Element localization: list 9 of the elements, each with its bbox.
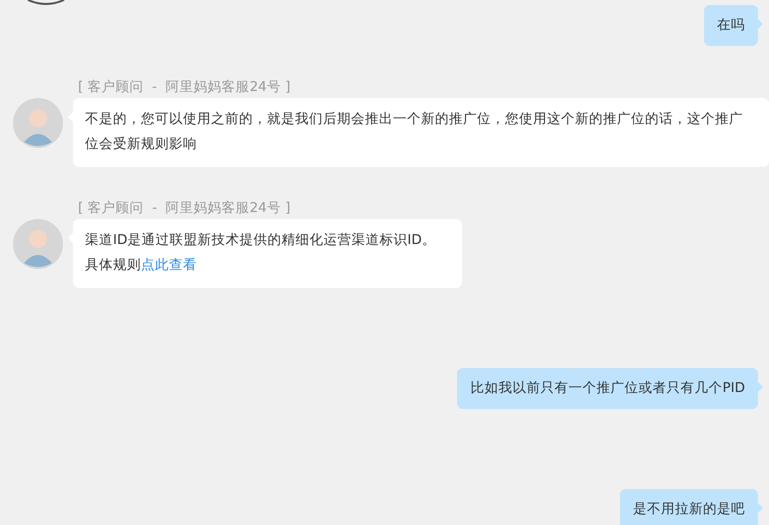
message-text: 渠道ID是通过联盟新技术提供的精细化运营渠道标识ID。 xyxy=(85,231,436,250)
sender-label: [ 客户顾问 - 阿里妈妈客服24号 ] xyxy=(78,199,292,217)
message-text: 比如我以前只有一个推广位或者只有几个PID xyxy=(470,379,745,398)
message-text: 具体规则点此查看 xyxy=(85,256,198,275)
message-text: 是不用拉新的是吧 xyxy=(633,500,745,519)
sender-label: [ 客户顾问 - 阿里妈妈客服24号 ] xyxy=(78,78,292,96)
view-link[interactable]: 点此查看 xyxy=(141,257,197,273)
message-text: 在吗 xyxy=(717,16,745,35)
message-text: 不是的，您可以使用之前的，就是我们后期会推出一个新的推广位，您使用这个新的推广位的话，这个推广位会受新规则影响 xyxy=(85,110,743,154)
